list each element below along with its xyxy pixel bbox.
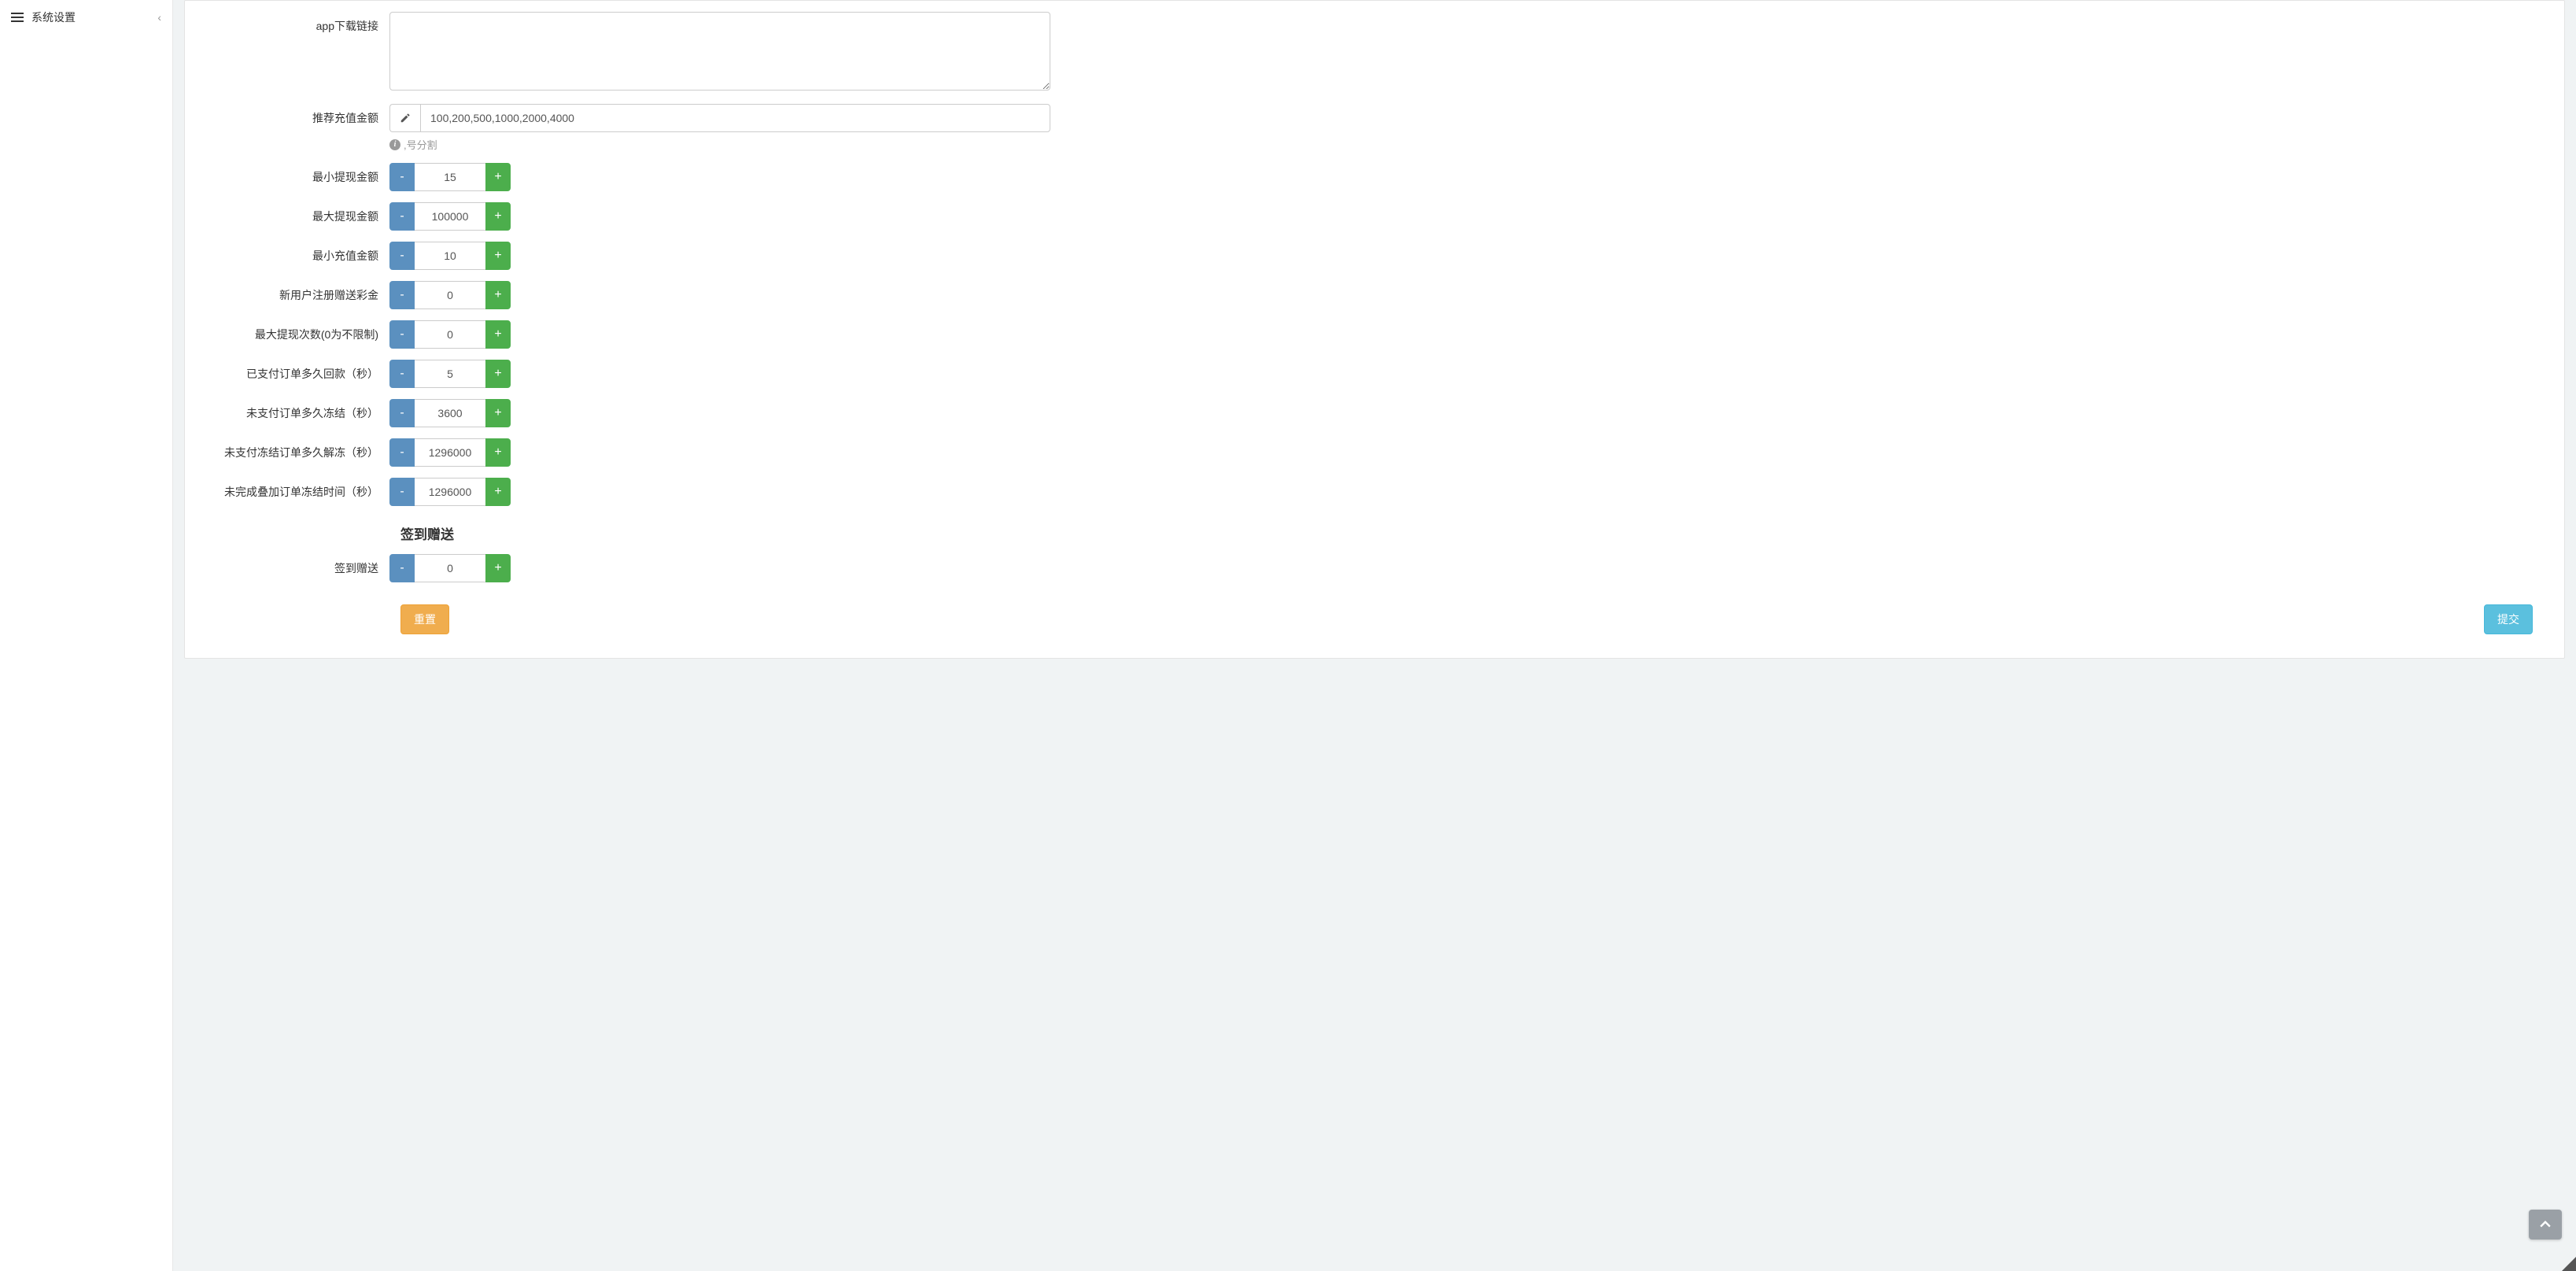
sidebar-item-label: 系统设置 — [31, 9, 76, 25]
max-withdraw-times-decrement-button[interactable]: - — [389, 320, 415, 349]
new-user-bonus-increment-button[interactable]: + — [485, 281, 511, 309]
label-min-withdraw: 最小提现金额 — [201, 163, 389, 185]
incomplete-stack-freeze-sec-decrement-button[interactable]: - — [389, 478, 415, 506]
incomplete-stack-freeze-sec-input[interactable] — [415, 478, 485, 506]
unpaid-unfreeze-sec-decrement-button[interactable]: - — [389, 438, 415, 467]
paid-return-sec-input[interactable] — [415, 360, 485, 388]
unpaid-unfreeze-sec-input[interactable] — [415, 438, 485, 467]
max-withdraw-input[interactable] — [415, 202, 485, 231]
unpaid-freeze-sec-decrement-button[interactable]: - — [389, 399, 415, 427]
label-unpaid-unfreeze-sec: 未支付冻结订单多久解冻（秒） — [201, 438, 389, 460]
min-recharge-stepper: - + — [389, 242, 511, 270]
unpaid-freeze-sec-stepper: - + — [389, 399, 511, 427]
label-new-user-bonus: 新用户注册赠送彩金 — [201, 281, 389, 303]
new-user-bonus-stepper: - + — [389, 281, 511, 309]
new-user-bonus-decrement-button[interactable]: - — [389, 281, 415, 309]
info-icon: i — [389, 139, 400, 150]
signin-gift-input[interactable] — [415, 554, 485, 582]
settings-panel: app下载链接 推荐充值金额 i ,号分割 — [184, 0, 2565, 659]
label-incomplete-stack-freeze-sec: 未完成叠加订单冻结时间（秒） — [201, 478, 389, 500]
signin-gift-increment-button[interactable]: + — [485, 554, 511, 582]
recommended-recharge-input[interactable] — [420, 104, 1050, 132]
paid-return-sec-increment-button[interactable]: + — [485, 360, 511, 388]
reset-button[interactable]: 重置 — [400, 604, 449, 634]
label-recommended-recharge: 推荐充值金额 — [201, 104, 389, 126]
max-withdraw-decrement-button[interactable]: - — [389, 202, 415, 231]
sidebar-item-system-settings[interactable]: 系统设置 ‹ — [0, 3, 172, 31]
chevron-up-icon — [2537, 1217, 2553, 1232]
label-app-download-link: app下载链接 — [201, 12, 389, 34]
label-paid-return-sec: 已支付订单多久回款（秒） — [201, 360, 389, 382]
label-unpaid-freeze-sec: 未支付订单多久冻结（秒） — [201, 399, 389, 421]
new-user-bonus-input[interactable] — [415, 281, 485, 309]
label-min-recharge: 最小充值金额 — [201, 242, 389, 264]
max-withdraw-increment-button[interactable]: + — [485, 202, 511, 231]
paid-return-sec-decrement-button[interactable]: - — [389, 360, 415, 388]
max-withdraw-times-stepper: - + — [389, 320, 511, 349]
max-withdraw-times-input[interactable] — [415, 320, 485, 349]
min-withdraw-increment-button[interactable]: + — [485, 163, 511, 191]
app-download-link-textarea[interactable] — [389, 12, 1050, 91]
signin-gift-decrement-button[interactable]: - — [389, 554, 415, 582]
unpaid-freeze-sec-input[interactable] — [415, 399, 485, 427]
min-withdraw-input[interactable] — [415, 163, 485, 191]
unpaid-unfreeze-sec-increment-button[interactable]: + — [485, 438, 511, 467]
signin-gift-stepper: - + — [389, 554, 511, 582]
section-signin-gift-heading: 签到赠送 — [400, 523, 2548, 543]
min-recharge-input[interactable] — [415, 242, 485, 270]
paid-return-sec-stepper: - + — [389, 360, 511, 388]
main-content: app下载链接 推荐充值金额 i ,号分割 — [173, 0, 2576, 1271]
label-signin-gift: 签到赠送 — [201, 554, 389, 576]
min-withdraw-stepper: - + — [389, 163, 511, 191]
label-max-withdraw-times: 最大提现次数(0为不限制) — [201, 320, 389, 342]
unpaid-freeze-sec-increment-button[interactable]: + — [485, 399, 511, 427]
min-recharge-increment-button[interactable]: + — [485, 242, 511, 270]
min-recharge-decrement-button[interactable]: - — [389, 242, 415, 270]
resize-grip-icon — [2562, 1257, 2576, 1271]
incomplete-stack-freeze-sec-increment-button[interactable]: + — [485, 478, 511, 506]
scroll-to-top-button[interactable] — [2529, 1210, 2562, 1240]
incomplete-stack-freeze-sec-stepper: - + — [389, 478, 511, 506]
max-withdraw-times-increment-button[interactable]: + — [485, 320, 511, 349]
max-withdraw-stepper: - + — [389, 202, 511, 231]
bars-icon — [11, 13, 24, 22]
min-withdraw-decrement-button[interactable]: - — [389, 163, 415, 191]
sidebar: 系统设置 ‹ — [0, 0, 173, 1271]
pencil-icon — [389, 104, 420, 132]
submit-button[interactable]: 提交 — [2484, 604, 2533, 634]
chevron-left-icon: ‹ — [157, 11, 161, 24]
unpaid-unfreeze-sec-stepper: - + — [389, 438, 511, 467]
hint-text: ,号分割 — [404, 137, 437, 152]
hint-recommended-recharge: i ,号分割 — [389, 137, 1050, 152]
label-max-withdraw: 最大提现金额 — [201, 202, 389, 224]
